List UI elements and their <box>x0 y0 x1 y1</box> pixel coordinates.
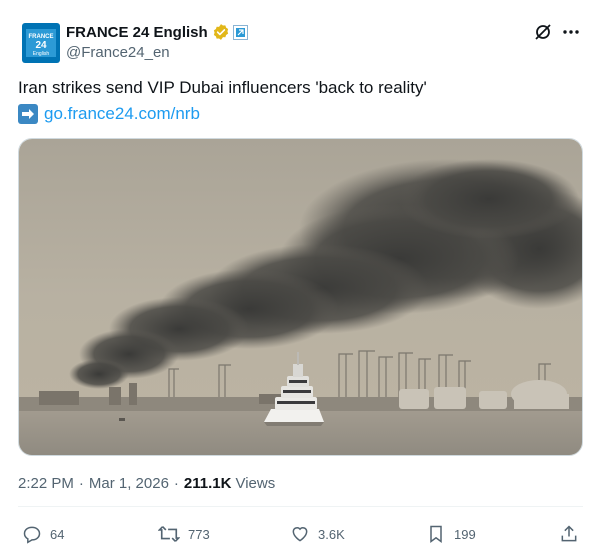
affiliate-badge-icon[interactable] <box>232 24 248 40</box>
tweet-actions: 64 773 3.6K 199 <box>18 524 583 550</box>
tweet-link[interactable]: go.france24.com/nrb <box>44 104 200 124</box>
heart-icon <box>292 527 308 542</box>
like-button[interactable]: 3.6K <box>290 524 345 544</box>
share-button[interactable] <box>559 524 587 544</box>
meta-separator-2: · <box>173 475 179 492</box>
reply-count: 64 <box>50 526 65 542</box>
repost-count: 773 <box>188 526 210 542</box>
reply-icon <box>23 526 41 544</box>
actions-divider <box>18 506 583 507</box>
account-handle[interactable]: @France24_en <box>66 44 248 61</box>
more-options-icon[interactable] <box>561 22 581 42</box>
tweet-text: Iran strikes send VIP Dubai influencers … <box>18 78 427 97</box>
like-count: 3.6K <box>318 526 345 542</box>
reply-button[interactable]: 64 <box>22 524 64 544</box>
tweet-photo[interactable] <box>18 138 583 456</box>
bookmark-icon <box>430 525 442 543</box>
share-icon <box>561 525 577 542</box>
repost-icon <box>158 526 180 542</box>
tweet-header: FRANCE 24 English FRANCE 24 English @Fra… <box>18 18 583 66</box>
account-avatar[interactable]: FRANCE 24 English <box>22 23 60 63</box>
bookmark-count: 199 <box>454 526 476 542</box>
tweet-date[interactable]: Mar 1, 2026 <box>89 475 169 492</box>
tweet-time[interactable]: 2:22 PM <box>18 475 74 492</box>
account-name-block: FRANCE 24 English @France24_en <box>66 22 248 61</box>
repost-button[interactable]: 773 <box>158 524 210 544</box>
bookmark-button[interactable]: 199 <box>426 524 476 544</box>
svg-text:24: 24 <box>35 40 47 51</box>
views-label: Views <box>235 475 276 492</box>
right-arrow-icon <box>18 104 38 124</box>
display-name[interactable]: FRANCE 24 English <box>66 24 208 41</box>
meta-separator: · <box>78 475 84 492</box>
views-count[interactable]: 211.1K <box>184 475 232 492</box>
verified-badge-icon[interactable] <box>212 23 230 41</box>
svg-text:English: English <box>33 51 50 57</box>
tweet-link-row: go.france24.com/nrb <box>18 104 200 124</box>
grok-icon[interactable] <box>533 22 553 42</box>
tweet-meta: 2:22 PM · Mar 1, 2026 · 211.1K Views <box>18 475 275 492</box>
